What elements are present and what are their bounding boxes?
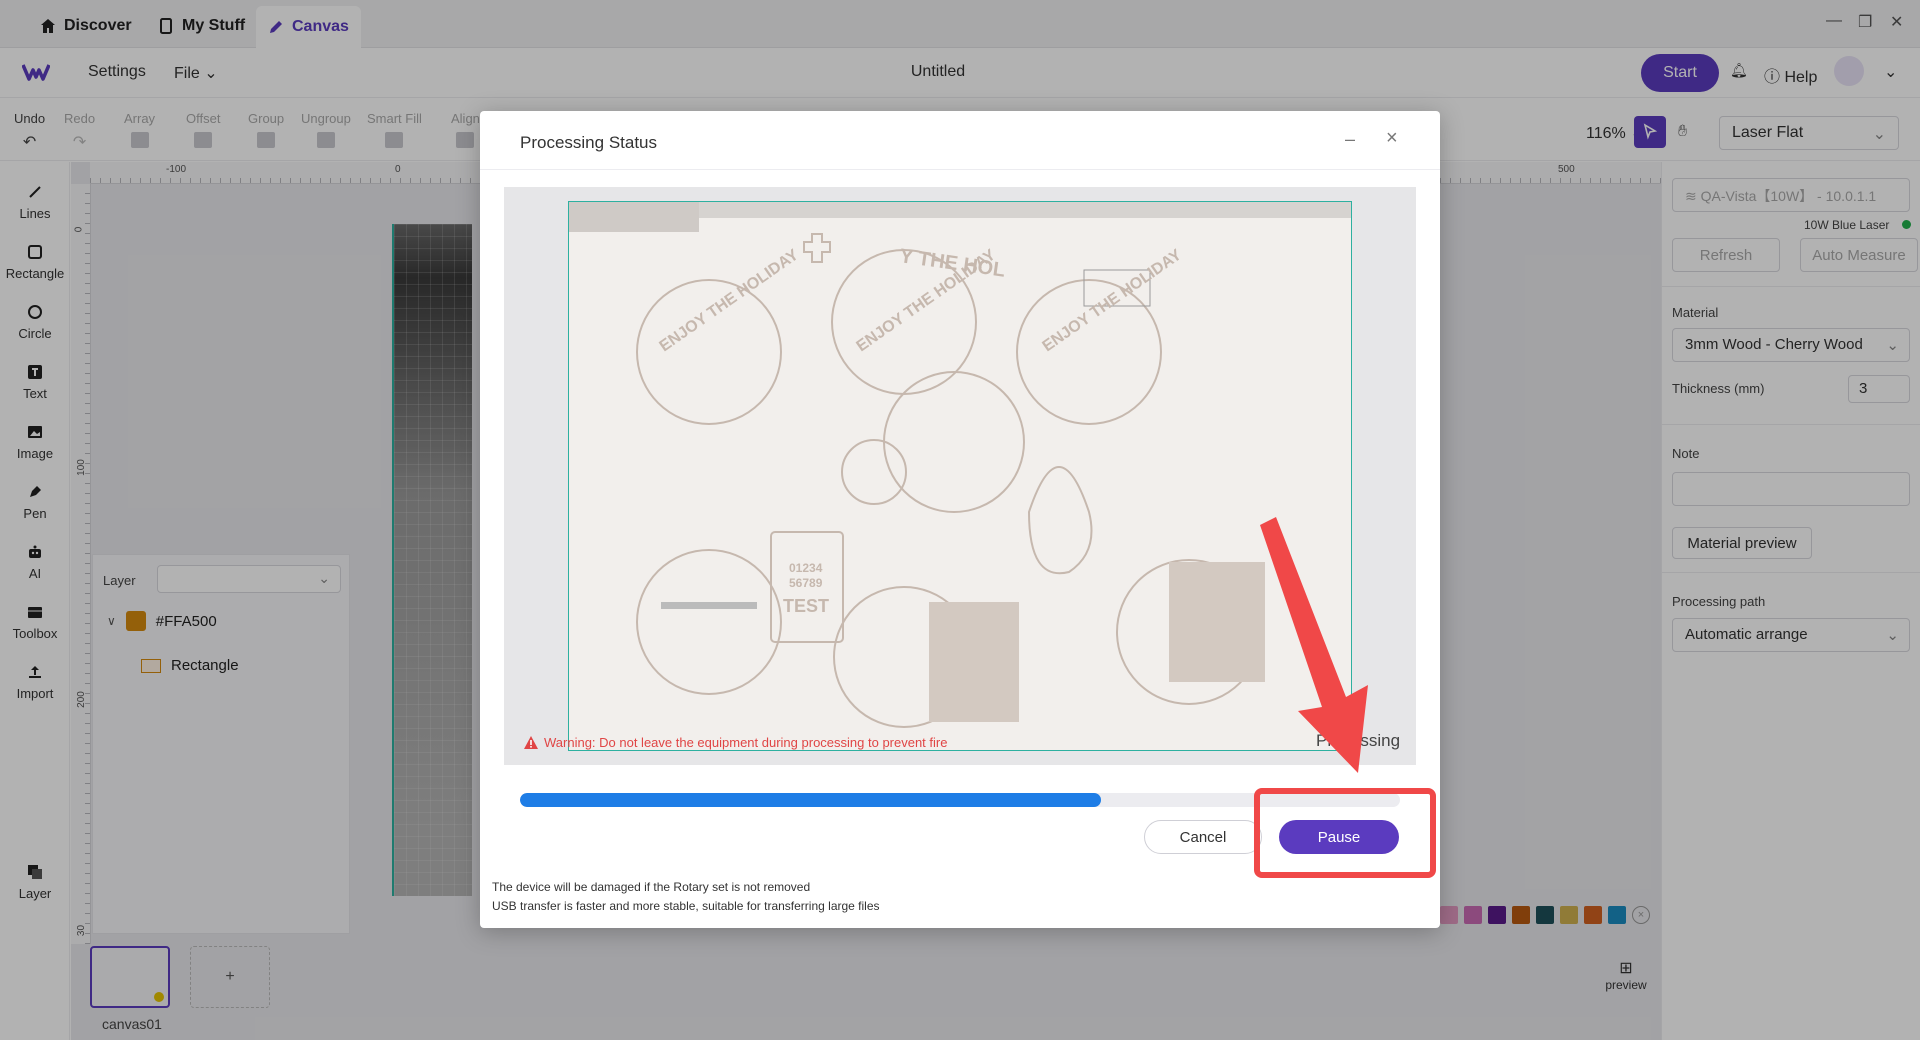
- photo-text: ENJOY THE HOLIDAY: [1040, 246, 1185, 355]
- dialog-title: Processing Status: [520, 133, 658, 152]
- cancel-button[interactable]: Cancel: [1144, 820, 1262, 854]
- warning-triangle-icon: [524, 736, 538, 749]
- annotation-highlight-box: [1254, 788, 1436, 878]
- fire-warning: Warning: Do not leave the equipment duri…: [524, 735, 947, 750]
- annotation-arrow-icon: [1260, 517, 1368, 773]
- photo-text: 56789: [789, 576, 823, 590]
- usb-notice: USB transfer is faster and more stable, …: [492, 899, 880, 913]
- divider: [480, 169, 1440, 170]
- photo-text: TEST: [783, 596, 829, 616]
- rotary-notice: The device will be damaged if the Rotary…: [492, 880, 811, 894]
- progress-bar-fill: [520, 793, 1101, 807]
- close-icon[interactable]: ×: [1386, 127, 1398, 150]
- camera-photo: Y THE HOL ENJOY THE HOLIDAY ENJOY THE HO…: [568, 201, 1352, 751]
- photo-text: 01234: [789, 561, 823, 575]
- warning-text: Warning: Do not leave the equipment duri…: [544, 735, 948, 750]
- minimize-icon[interactable]: –: [1345, 129, 1355, 150]
- engraving-preview-image: Y THE HOL ENJOY THE HOLIDAY ENJOY THE HO…: [569, 202, 1351, 728]
